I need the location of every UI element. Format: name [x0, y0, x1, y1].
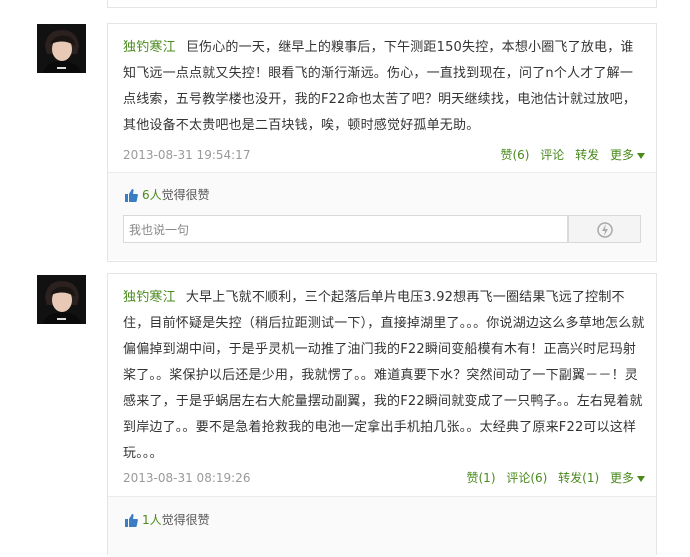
more-button[interactable]: 更多 [610, 148, 645, 162]
likes-summary: 6人觉得很赞 [124, 186, 210, 207]
user-avatar[interactable] [37, 24, 86, 73]
user-avatar[interactable] [37, 275, 86, 324]
comment-button[interactable]: 评论 [540, 148, 564, 162]
thumbs-up-icon[interactable] [124, 189, 138, 207]
likes-summary: 1人觉得很赞 [124, 511, 210, 532]
reply-input[interactable]: 我也说一句 [123, 215, 568, 243]
likes-count[interactable]: 1人 [142, 513, 162, 527]
more-label: 更多 [609, 471, 634, 485]
likes-count[interactable]: 6人 [142, 188, 162, 202]
chevron-down-icon [637, 152, 645, 159]
comment-author[interactable]: 独钓寒江 [123, 40, 176, 55]
comment-actions: 赞(6) 评论 转发 更多 [493, 145, 645, 165]
comment-text: 巨伤心的一天，继早上的糗事后，下午测距150失控，本想小圈飞了放电，谁知飞远一点… [123, 40, 637, 133]
comment-date: 2013-08-31 08:19:26 [123, 471, 251, 485]
comment-actions: 赞(1) 评论(6) 转发(1) 更多 [460, 468, 645, 488]
chevron-down-icon [637, 475, 645, 482]
like-button[interactable]: 赞(6) [500, 148, 529, 162]
forward-button[interactable]: 转发(1) [558, 471, 599, 485]
comment-meta: 2013-08-31 08:19:26 赞(1) 评论(6) 转发(1) 更多 [123, 468, 645, 488]
comment-date: 2013-08-31 19:54:17 [123, 148, 251, 162]
lightning-send-icon [597, 222, 613, 238]
comment-button[interactable]: 评论(6) [506, 471, 547, 485]
likes-suffix: 觉得很赞 [161, 188, 210, 202]
comment-text: 大早上飞就不顺利，三个起落后单片电压3.92想再飞一圈结果飞远了控制不住，目前怀… [123, 290, 645, 461]
reply-section: 1人觉得很赞 [108, 496, 656, 557]
more-label: 更多 [609, 148, 634, 162]
more-button[interactable]: 更多 [610, 471, 645, 485]
like-button[interactable]: 赞(1) [467, 471, 496, 485]
likes-suffix: 觉得很赞 [161, 513, 210, 527]
comment-meta: 2013-08-31 19:54:17 赞(6) 评论 转发 更多 [123, 145, 645, 165]
comment-body: 独钓寒江 大早上飞就不顺利，三个起落后单片电压3.92想再飞一圈结果飞远了控制不住… [123, 285, 645, 467]
reply-submit-button[interactable] [568, 215, 641, 243]
forward-button[interactable]: 转发 [575, 148, 599, 162]
previous-comment-frame [107, 0, 657, 8]
comment-body: 独钓寒江 巨伤心的一天，继早上的糗事后，下午测距150失控，本想小圈飞了放电，谁知… [123, 35, 645, 139]
comment-author[interactable]: 独钓寒江 [123, 290, 176, 305]
thumbs-up-icon[interactable] [124, 514, 138, 532]
reply-section: 6人觉得很赞 我也说一句 [108, 172, 656, 260]
